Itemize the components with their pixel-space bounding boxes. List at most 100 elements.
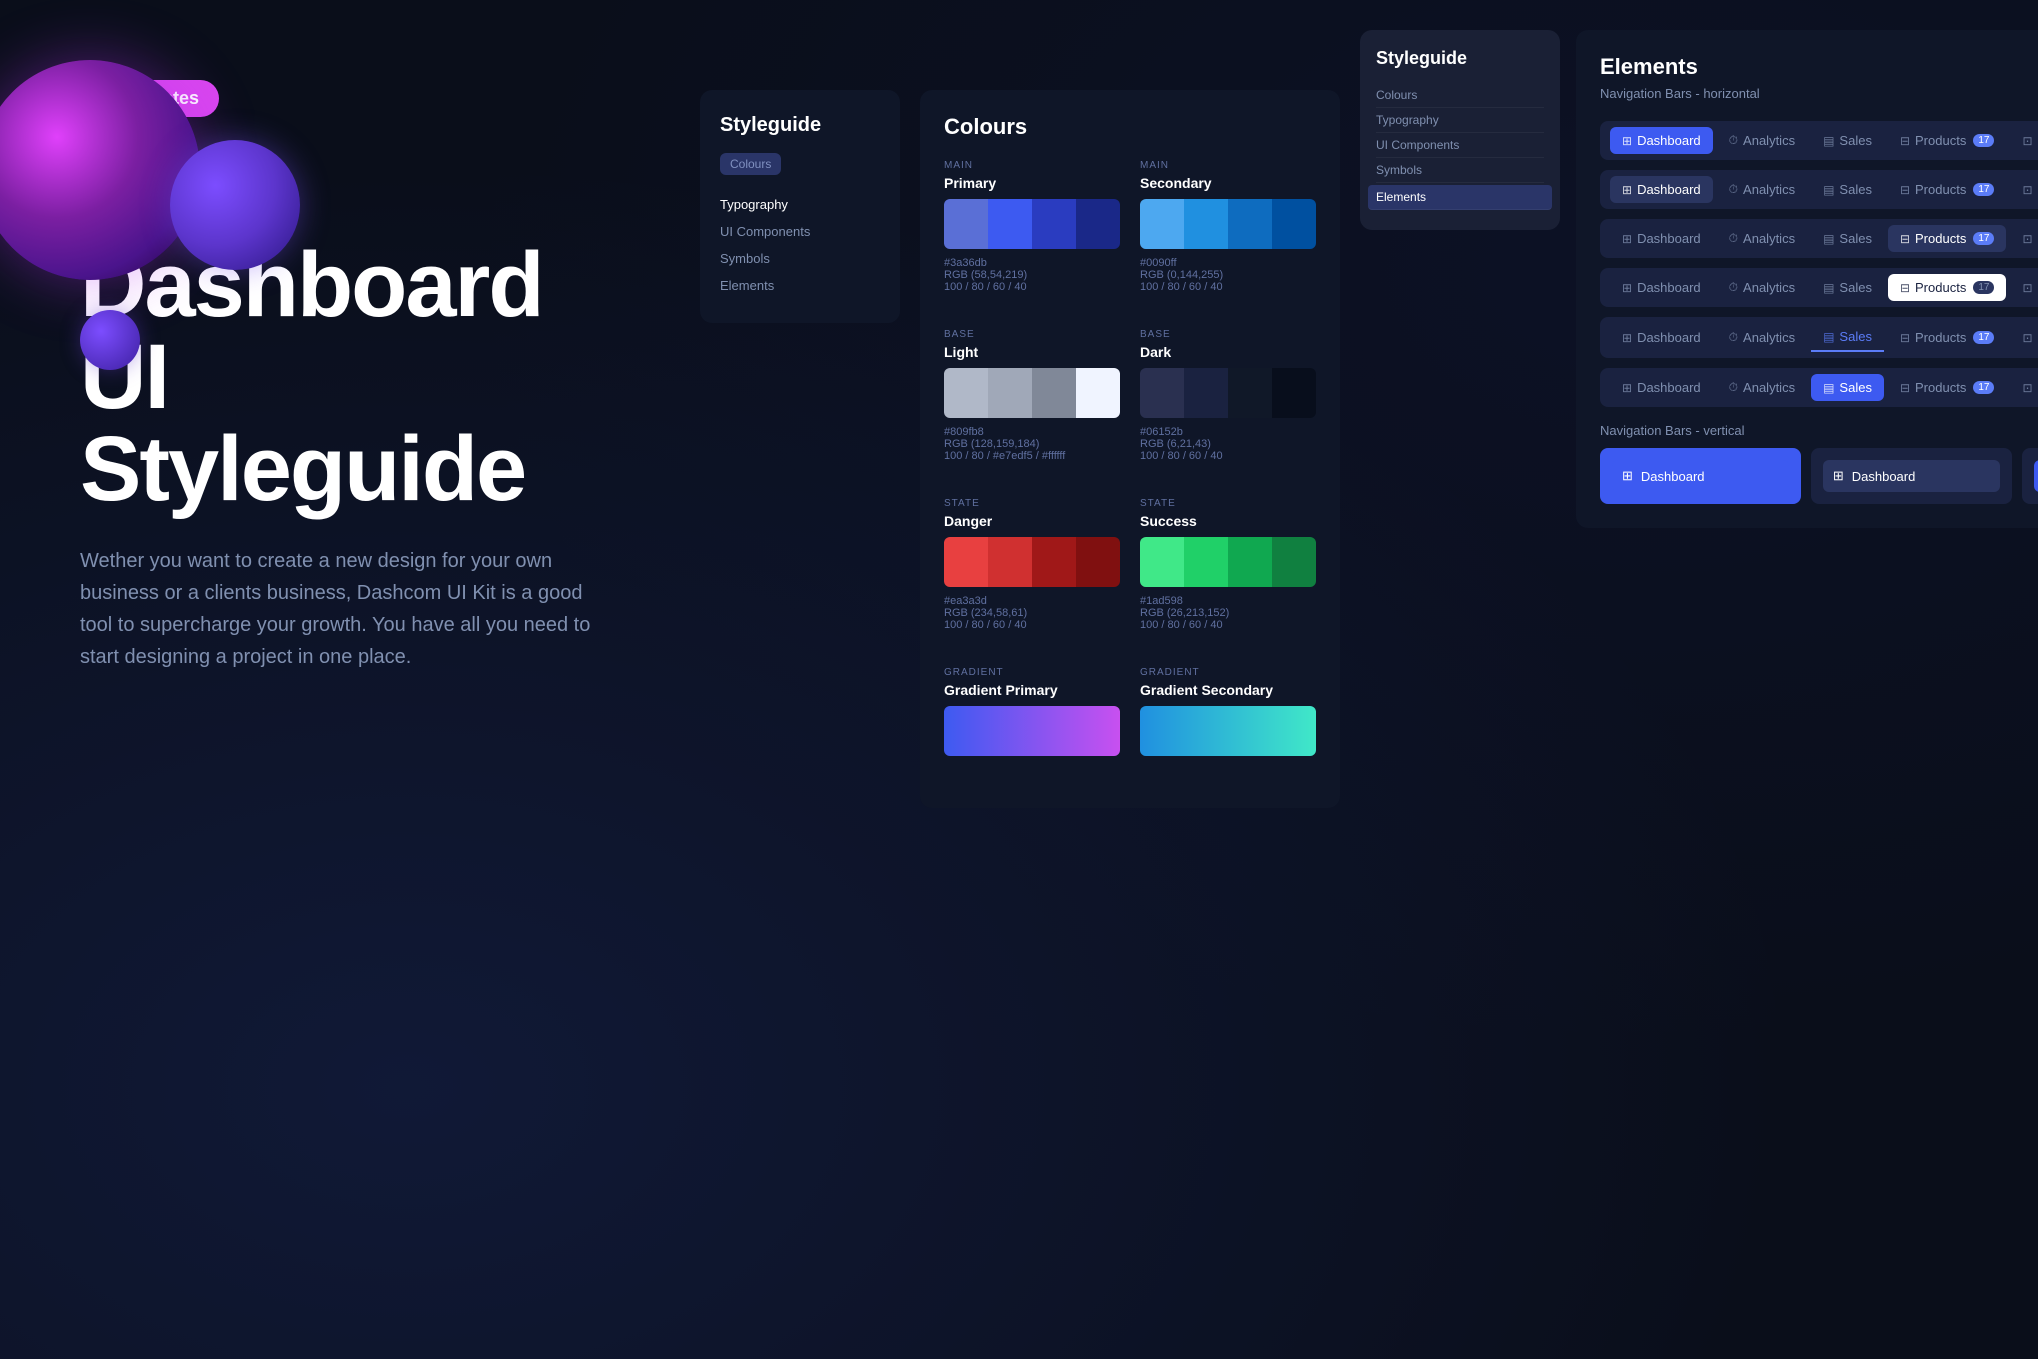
styleguide-sidebar: Styleguide Colours Typography UI Compone…: [700, 90, 900, 323]
products-badge-6: 17: [1973, 381, 1994, 394]
v-nav-item-dashboard-2[interactable]: ⊞ Dashboard: [1823, 460, 2000, 492]
v-nav-icon-2: ⊞: [1833, 468, 1844, 484]
colour-secondary: MAIN Secondary #0090ffRGB (0,144,255)100…: [1140, 160, 1316, 293]
sidebar-item-ui-components[interactable]: UI Components: [720, 218, 880, 245]
analytics-icon-2: ⏱: [1729, 182, 1738, 197]
nav-label: Dashboard: [1637, 280, 1701, 295]
colours-card: Colours MAIN Primary #3a36dbRGB (58,54,2…: [920, 90, 1340, 808]
sidebar-item-symbols[interactable]: Symbols: [720, 245, 880, 272]
products-icon-6: ⊟: [1900, 381, 1910, 395]
sales-icon-2: ▤: [1823, 183, 1834, 197]
nav-item-analytics-5[interactable]: ⏱ Analytics: [1717, 324, 1807, 351]
nav-item-sales-3[interactable]: ▤ Sales: [1811, 225, 1884, 252]
nav-item-dashboard-4[interactable]: ⊞ Dashboard: [1610, 274, 1713, 301]
hero-section: 5 templates Dark DashboardUI Styleguide …: [0, 0, 680, 1359]
danger-name: Danger: [944, 513, 1120, 529]
swatch: [944, 706, 1120, 756]
nav-item-products-1[interactable]: ⊟ Products 17: [1888, 127, 2007, 154]
nav-item-dashboard-6[interactable]: ⊞ Dashboard: [1610, 374, 1713, 401]
light-info: #809fb8RGB (128,159,184)100 / 80 / #e7ed…: [944, 426, 1120, 462]
nav-item-sales-2[interactable]: ▤ Sales: [1811, 176, 1884, 203]
colours-title: Colours: [944, 114, 1316, 140]
swatch: [1228, 199, 1272, 249]
nav-item-analytics-2[interactable]: ⏱ Analytics: [1717, 176, 1807, 203]
gradient-primary-swatches: [944, 706, 1120, 756]
nav-label: Products: [1915, 182, 1966, 197]
dashboard-icon-2: ⊞: [1622, 183, 1632, 197]
nav-bar-2: ⊞ Dashboard ⏱ Analytics ▤ Sales ⊟: [1600, 170, 2038, 209]
customer-icon-4: ⊡: [2022, 281, 2032, 295]
dashboard-icon-5: ⊞: [1622, 331, 1632, 345]
swatch: [1272, 537, 1316, 587]
nav-item-dashboard-2[interactable]: ⊞ Dashboard: [1610, 176, 1713, 203]
sg-item-symbols[interactable]: Symbols: [1376, 158, 1544, 183]
orb-medium: [170, 140, 300, 270]
swatch: [1184, 537, 1228, 587]
nav-item-analytics-3[interactable]: ⏱ Analytics: [1717, 225, 1807, 252]
sg-item-ui-components[interactable]: UI Components: [1376, 133, 1544, 158]
sidebar-item-elements[interactable]: Elements: [720, 272, 880, 299]
analytics-icon-5: ⏱: [1729, 330, 1738, 345]
swatch: [1032, 368, 1076, 418]
swatch: [1032, 199, 1076, 249]
elements-card: Elements Navigation Bars - horizontal ⊞ …: [1576, 30, 2038, 528]
sg-item-elements[interactable]: Elements: [1368, 185, 1552, 210]
v-nav-label-2: Dashboard: [1852, 469, 1916, 484]
nav-label: Dashboard: [1637, 231, 1701, 246]
nav-item-dashboard-1[interactable]: ⊞ Dashboard: [1610, 127, 1713, 154]
nav-label: Products: [1915, 231, 1966, 246]
page-wrapper: 5 templates Dark DashboardUI Styleguide …: [0, 0, 2038, 1359]
nav-item-products-6[interactable]: ⊟ Products 17: [1888, 374, 2007, 401]
sidebar-item-typography[interactable]: Typography: [720, 191, 880, 218]
nav-label: Analytics: [1743, 330, 1795, 345]
products-badge-2: 17: [1973, 183, 1994, 196]
swatch: [944, 368, 988, 418]
gradient-secondary-category: GRADIENT: [1140, 667, 1316, 678]
nav-item-analytics-4[interactable]: ⏱ Analytics: [1717, 274, 1807, 301]
gradient-secondary-swatches: [1140, 706, 1316, 756]
colour-gradient-primary: GRADIENT Gradient Primary: [944, 667, 1120, 764]
products-icon-1: ⊟: [1900, 134, 1910, 148]
nav-item-sales-1[interactable]: ▤ Sales: [1811, 127, 1884, 154]
nav-item-customer-4[interactable]: ⊡ Customer 14: [2010, 274, 2038, 301]
nav-item-products-4[interactable]: ⊟ Products 17: [1888, 274, 2007, 301]
nav-item-dashboard-3[interactable]: ⊞ Dashboard: [1610, 225, 1713, 252]
nav-item-customer-6[interactable]: ⊡ Customer 14: [2010, 374, 2038, 401]
sales-icon-4: ▤: [1823, 281, 1834, 295]
secondary-swatches: [1140, 199, 1316, 249]
nav-item-products-5[interactable]: ⊟ Products 17: [1888, 324, 2007, 351]
nav-label: Analytics: [1743, 280, 1795, 295]
nav-label: Sales: [1839, 329, 1872, 344]
secondary-info: #0090ffRGB (0,144,255)100 / 80 / 60 / 40: [1140, 257, 1316, 293]
v-nav-label-1: Dashboard: [1641, 469, 1705, 484]
nav-label: Analytics: [1743, 231, 1795, 246]
nav-item-sales-6[interactable]: ▤ Sales: [1811, 374, 1884, 401]
nav-label: Sales: [1839, 380, 1872, 395]
analytics-icon-6: ⏱: [1729, 380, 1738, 395]
nav-item-products-2[interactable]: ⊟ Products 17: [1888, 176, 2007, 203]
nav-item-analytics-6[interactable]: ⏱ Analytics: [1717, 374, 1807, 401]
nav-item-customer-2[interactable]: ⊡ Customer 14: [2010, 176, 2038, 203]
v-nav-item-dashboard-3[interactable]: ⊞ Dashboard: [2034, 460, 2038, 492]
nav-item-sales-5[interactable]: ▤ Sales: [1811, 323, 1884, 352]
nav-item-dashboard-5[interactable]: ⊞ Dashboard: [1610, 324, 1713, 351]
nav-horizontal-title: Navigation Bars - horizontal: [1600, 86, 2038, 101]
nav-item-customer-1[interactable]: ⊡ Customer 14: [2010, 127, 2038, 154]
sg-item-colours[interactable]: Colours: [1376, 83, 1544, 108]
customer-icon-1: ⊡: [2022, 134, 2032, 148]
v-nav-item-dashboard-1[interactable]: ⊞ Dashboard: [1612, 460, 1789, 492]
nav-label: Analytics: [1743, 133, 1795, 148]
nav-item-analytics-1[interactable]: ⏱ Analytics: [1717, 127, 1807, 154]
customer-icon-6: ⊡: [2022, 381, 2032, 395]
nav-item-customer-3[interactable]: ⊡ Customer 14: [2010, 225, 2038, 252]
swatch: [1032, 537, 1076, 587]
nav-item-customer-5[interactable]: ⊡ Customer 14: [2010, 324, 2038, 351]
nav-label: Dashboard: [1637, 133, 1701, 148]
swatch: [1076, 537, 1120, 587]
sg-item-typography[interactable]: Typography: [1376, 108, 1544, 133]
v-nav-icon-1: ⊞: [1622, 468, 1633, 484]
nav-item-products-3[interactable]: ⊟ Products 17: [1888, 225, 2007, 252]
swatch: [1228, 368, 1272, 418]
nav-item-sales-4[interactable]: ▤ Sales: [1811, 274, 1884, 301]
primary-swatches: [944, 199, 1120, 249]
